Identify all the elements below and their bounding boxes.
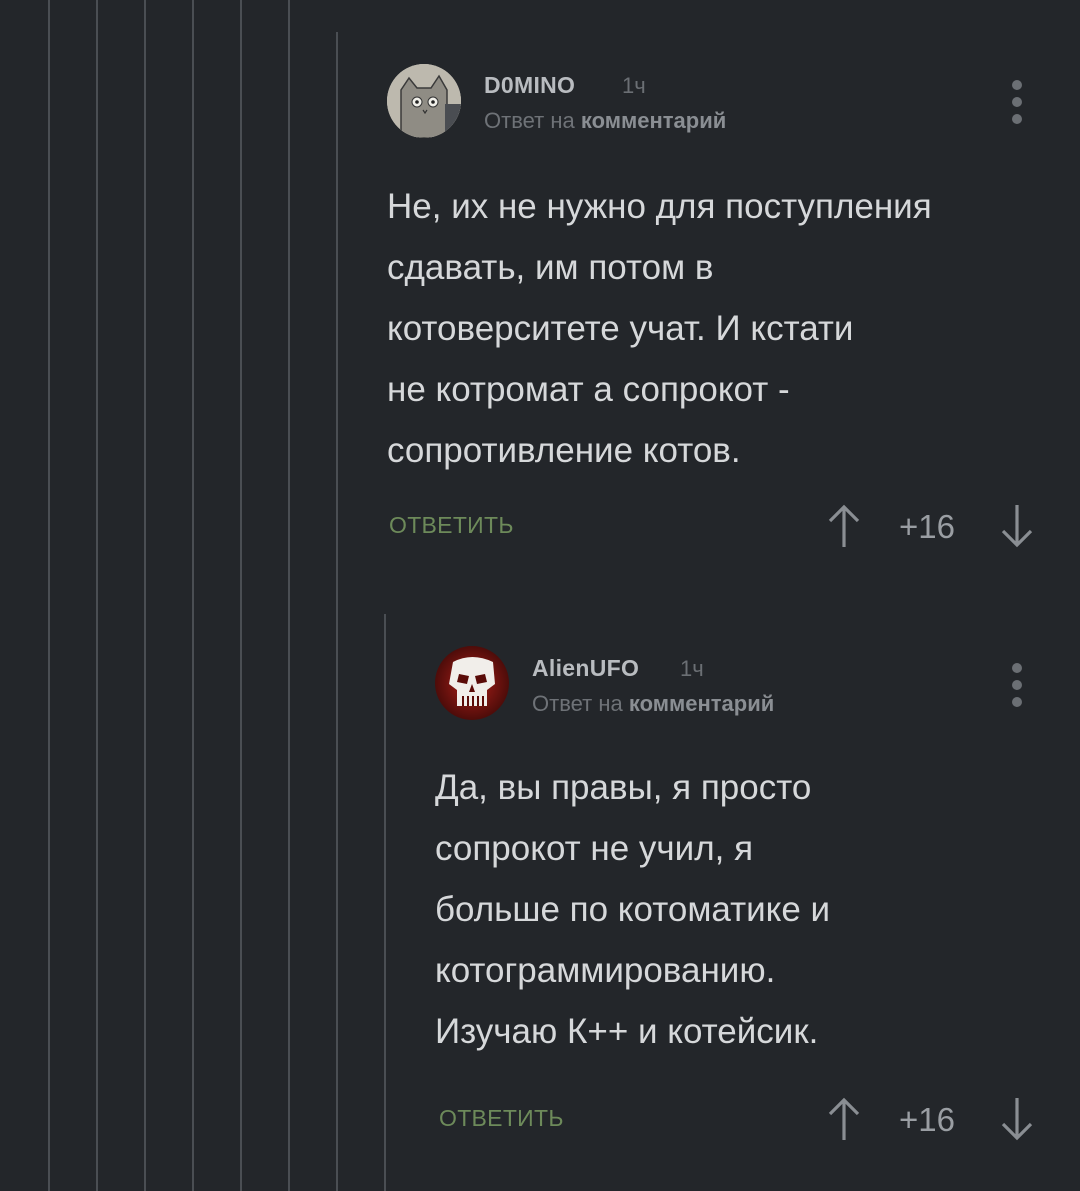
reply-button[interactable]: ОТВЕТИТЬ (389, 512, 514, 539)
comment-username[interactable]: AlienUFO (532, 655, 639, 682)
comment-body-line: Изучаю К++ и котейсик. (435, 1012, 819, 1051)
comment-body-line: сопрокот не учил, я (435, 829, 754, 868)
reply-to-link[interactable]: комментарий (581, 108, 726, 133)
comment-body-line: сдавать, им потом в (387, 248, 714, 287)
reply-to-link[interactable]: комментарий (629, 691, 774, 716)
comment-body-line: не котромат а сопрокот - (387, 370, 790, 409)
comment-body: Не, их не нужно для поступления сдавать,… (387, 176, 932, 481)
comment-body-line: Да, вы правы, я просто (435, 768, 812, 807)
more-options-icon[interactable] (1010, 663, 1024, 707)
reply-to-prefix: Ответ на (484, 108, 575, 133)
downvote-arrow-icon[interactable] (999, 1096, 1035, 1142)
comment-time: 1ч (680, 656, 704, 681)
reply-button[interactable]: ОТВЕТИТЬ (439, 1105, 564, 1132)
thread-line (192, 0, 194, 1191)
reply-to-prefix: Ответ на (532, 691, 623, 716)
rating-value: +16 (899, 508, 955, 545)
more-options-icon[interactable] (1010, 80, 1024, 124)
comment-body: Да, вы правы, я просто сопрокот не учил,… (435, 757, 830, 1062)
thread-line (384, 614, 386, 1191)
upvote-arrow-icon[interactable] (826, 1096, 862, 1142)
thread-line (48, 0, 50, 1191)
comment-time: 1ч (622, 73, 646, 98)
cat-avatar-icon (387, 64, 461, 138)
thread-line (288, 0, 290, 1191)
user-avatar[interactable] (435, 646, 509, 720)
comment-body-line: котоверситете учат. И кстати (387, 309, 854, 348)
skull-avatar-icon (435, 646, 509, 720)
reply-to-info: Ответ на комментарий (532, 691, 774, 717)
downvote-arrow-icon[interactable] (999, 503, 1035, 549)
thread-line (144, 0, 146, 1191)
upvote-arrow-icon[interactable] (826, 503, 862, 549)
thread-line (336, 32, 338, 1191)
reply-to-info: Ответ на комментарий (484, 108, 726, 134)
comment-body-line: котограммированию. (435, 951, 776, 990)
comment-body-line: сопротивление котов. (387, 431, 741, 470)
comment-body-line: больше по котоматике и (435, 890, 831, 929)
thread-line (96, 0, 98, 1191)
user-avatar[interactable] (387, 64, 461, 138)
comment-body-line: Не, их не нужно для поступления (387, 187, 932, 226)
rating-value: +16 (899, 1101, 955, 1138)
comment-username[interactable]: D0MINO (484, 72, 575, 99)
thread-line (240, 0, 242, 1191)
